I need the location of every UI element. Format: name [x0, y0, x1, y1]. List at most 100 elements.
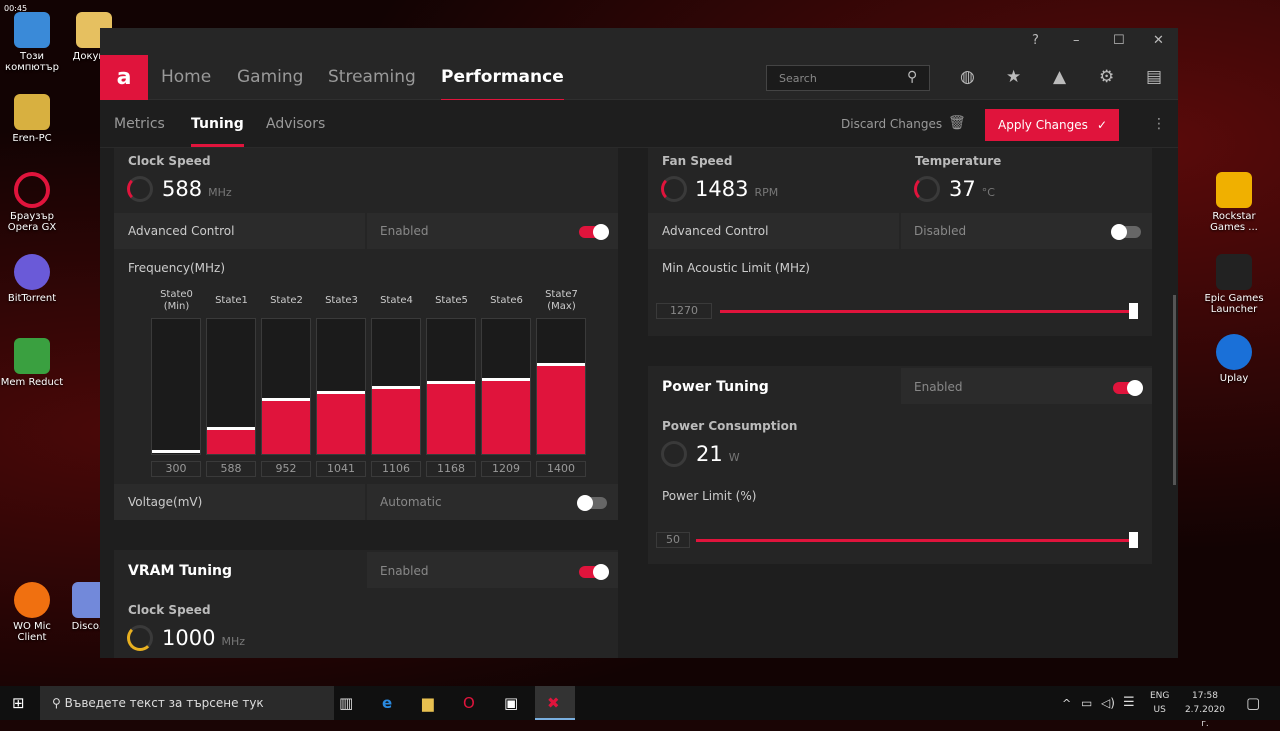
close-button[interactable]: ✕ — [1153, 33, 1164, 48]
state-bar[interactable] — [317, 391, 365, 454]
taskbar-search[interactable]: ⚲ Въведете текст за търсене тук — [40, 686, 334, 720]
desktop-icon-user[interactable]: Eren-PC — [0, 94, 64, 144]
file-explorer-icon[interactable]: ▆ — [422, 694, 434, 712]
voltage-toggle[interactable] — [577, 495, 607, 511]
advanced-control-toggle[interactable] — [579, 224, 609, 240]
state-bar-column[interactable] — [536, 318, 586, 455]
state-value[interactable]: 1168 — [426, 461, 476, 477]
bell-icon[interactable]: ▲ — [1053, 67, 1066, 87]
network-icon[interactable]: ▭ — [1081, 696, 1092, 710]
state-value[interactable]: 1106 — [371, 461, 421, 477]
volume-icon[interactable]: ◁) — [1101, 696, 1115, 710]
notifications-icon[interactable]: ▢ — [1246, 694, 1260, 712]
keyboard-icon[interactable]: ☰ — [1123, 695, 1135, 710]
desktop-icon-bittorrent[interactable]: BitTorrent — [0, 254, 64, 304]
desktop-icon-wo-mic[interactable]: WO Mic Client — [0, 582, 64, 643]
layout-icon[interactable]: ▤ — [1146, 67, 1162, 87]
state-label: State3 — [325, 295, 358, 306]
amd-logo-icon[interactable]: a — [100, 55, 148, 100]
apply-changes-button[interactable]: Apply Changes ✓ — [985, 109, 1119, 141]
vram-toggle[interactable] — [579, 564, 609, 580]
search-icon[interactable]: ⚲ — [907, 69, 917, 85]
desktop-icon-this-pc[interactable]: Този компютър — [0, 12, 64, 73]
power-limit-slider[interactable] — [696, 539, 1134, 542]
tab-metrics[interactable]: Metrics — [114, 116, 165, 132]
tab-advisors[interactable]: Advisors — [266, 116, 325, 132]
fan-speed-label: Fan Speed — [662, 154, 733, 168]
task-view-icon[interactable]: ▥ — [339, 694, 353, 712]
power-limit-label: Power Limit (%) — [662, 489, 757, 503]
search-input[interactable]: Search — [766, 65, 930, 91]
state-bar-column[interactable] — [371, 318, 421, 455]
state-value[interactable]: 1209 — [481, 461, 531, 477]
search-icon: ⚲ — [52, 696, 65, 710]
gear-icon[interactable]: ⚙ — [1099, 67, 1114, 87]
state-bar[interactable] — [427, 381, 475, 454]
state-value[interactable]: 1041 — [316, 461, 366, 477]
more-icon[interactable]: ⋮ — [1152, 116, 1166, 132]
trash-icon[interactable]: 🗑 — [948, 115, 966, 131]
desktop-icon-mem-reduct[interactable]: Mem Reduct — [0, 338, 64, 388]
power-consumption-value: 21 W — [696, 442, 740, 466]
maximize-button[interactable]: ☐ — [1113, 33, 1125, 48]
language-indicator[interactable]: ENG US — [1150, 689, 1169, 717]
clock-speed-label: Clock Speed — [128, 154, 211, 168]
help-icon[interactable]: ? — [1032, 33, 1039, 48]
power-limit-input[interactable]: 50 — [656, 532, 690, 548]
state-bar-column[interactable] — [426, 318, 476, 455]
minimize-button[interactable]: – — [1073, 33, 1080, 48]
fan-advanced-toggle[interactable] — [1111, 224, 1141, 240]
power-limit-handle[interactable] — [1129, 532, 1138, 548]
radeon-icon: ✖ — [547, 694, 560, 712]
desktop-icon-uplay[interactable]: Uplay — [1202, 334, 1266, 384]
state-label: State1 — [215, 295, 248, 306]
scrollbar[interactable] — [1173, 295, 1176, 485]
state-value[interactable]: 588 — [206, 461, 256, 477]
voltage-label: Voltage(mV) — [128, 495, 203, 509]
desktop-icon-rockstar[interactable]: Rockstar Games ... — [1202, 172, 1266, 233]
state-bar[interactable] — [152, 450, 200, 454]
state-bar-column[interactable] — [151, 318, 201, 455]
tab-streaming[interactable]: Streaming — [328, 67, 416, 87]
min-acoustic-slider[interactable] — [720, 310, 1134, 313]
opera-gx-icon[interactable]: O — [463, 694, 475, 712]
windows-start-icon[interactable]: ⊞ — [12, 694, 25, 712]
state-bar[interactable] — [207, 427, 255, 454]
discard-changes-button[interactable]: Discard Changes — [841, 117, 942, 131]
state-value[interactable]: 300 — [151, 461, 201, 477]
min-acoustic-handle[interactable] — [1129, 303, 1138, 319]
power-title: Power Tuning — [662, 379, 769, 395]
state-value[interactable]: 1400 — [536, 461, 586, 477]
state-bar[interactable] — [372, 386, 420, 454]
state-bar[interactable] — [262, 398, 310, 454]
state-bar-column[interactable] — [261, 318, 311, 455]
store-icon[interactable]: ▣ — [504, 694, 518, 712]
min-acoustic-label: Min Acoustic Limit (MHz) — [662, 261, 810, 275]
taskbar: ⊞ ⚲ Въведете текст за търсене тук ▥ e ▆ … — [0, 686, 1280, 729]
tab-tuning[interactable]: Tuning — [191, 116, 244, 147]
edge-icon[interactable]: e — [382, 694, 392, 712]
state-bar-column[interactable] — [206, 318, 256, 455]
frequency-label: Frequency(MHz) — [128, 261, 226, 275]
tab-home[interactable]: Home — [161, 67, 211, 87]
tray-chevron-icon[interactable]: ^ — [1062, 697, 1071, 710]
clock[interactable]: 17:58 2.7.2020 г. — [1180, 689, 1230, 731]
tab-performance[interactable]: Performance — [441, 67, 564, 102]
desktop-icon-epic[interactable]: Epic Games Launcher — [1202, 254, 1266, 315]
state-bar-column[interactable] — [316, 318, 366, 455]
state-value[interactable]: 952 — [261, 461, 311, 477]
desktop-icon-opera-gx[interactable]: Браузър Opera GX — [0, 172, 64, 233]
power-gauge-icon — [661, 441, 687, 467]
min-acoustic-input[interactable]: 1270 — [656, 303, 712, 319]
state-bar-column[interactable] — [481, 318, 531, 455]
vram-title: VRAM Tuning — [128, 563, 232, 579]
vram-gauge-icon — [127, 625, 153, 651]
state-bar[interactable] — [482, 378, 530, 454]
advanced-control-state: Enabled — [380, 224, 429, 238]
radeon-taskbar-button[interactable]: ✖ — [535, 686, 575, 720]
star-icon[interactable]: ★ — [1006, 67, 1021, 87]
globe-icon[interactable]: ◍ — [960, 67, 975, 87]
state-bar[interactable] — [537, 363, 585, 454]
power-toggle[interactable] — [1113, 380, 1143, 396]
tab-gaming[interactable]: Gaming — [237, 67, 303, 87]
